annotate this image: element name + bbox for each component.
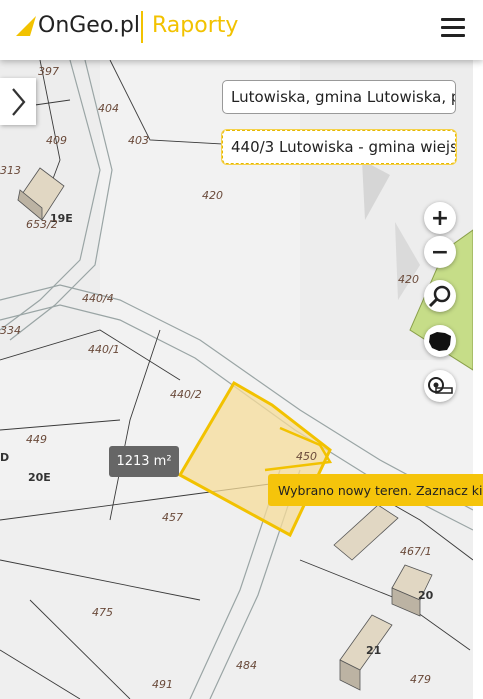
parcel-label: 467/1	[400, 545, 432, 558]
search-map-button[interactable]	[424, 280, 456, 312]
parcel-label: D	[0, 451, 9, 464]
parcel-search-input[interactable]: 440/3 Lutowiska - gmina wiejsk	[222, 130, 456, 164]
zoom-out-button[interactable]: −	[424, 236, 456, 268]
measure-button[interactable]	[424, 370, 456, 402]
right-edge	[473, 60, 483, 699]
parcel-label: 409	[46, 134, 67, 147]
parcel-label: 20E	[28, 471, 51, 484]
zoom-out-icon: −	[430, 239, 450, 265]
poland-map-button[interactable]	[424, 325, 456, 357]
search-magnifier-icon	[428, 285, 451, 308]
parcel-label: 440/1	[88, 343, 120, 356]
panel-toggle-button[interactable]	[0, 78, 36, 125]
chevron-right-icon	[12, 87, 26, 116]
parcel-label: 450	[296, 450, 317, 463]
selection-toast: Wybrano nowy teren. Zaznacz kilka	[268, 474, 483, 506]
logo-icon	[16, 16, 36, 36]
parcel-label: 475	[92, 606, 113, 619]
logo-text[interactable]: OnGeo.pl	[38, 13, 140, 38]
parcel-label: 653/2	[26, 218, 58, 231]
app-header: OnGeo.pl Raporty	[0, 0, 483, 60]
logo-separator	[141, 11, 143, 43]
parcel-label: 313	[0, 164, 21, 177]
poland-map-icon	[429, 332, 451, 351]
parcel-label: 403	[128, 134, 149, 147]
zoom-in-icon: +	[430, 205, 450, 231]
area-badge: 1213 m²	[109, 446, 179, 477]
parcel-label: 491	[152, 678, 173, 691]
parcel-label: 484	[236, 659, 257, 672]
parcel-label: 440/4	[82, 292, 114, 305]
parcel-label: 449	[26, 433, 47, 446]
location-search-input[interactable]: Lutowiska, gmina Lutowiska, po	[222, 80, 456, 114]
hamburger-icon[interactable]	[441, 16, 467, 40]
parcel-label: 21	[366, 644, 381, 657]
logo-subtitle[interactable]: Raporty	[152, 13, 238, 38]
zoom-in-button[interactable]: +	[424, 202, 456, 234]
measure-tape-icon	[428, 377, 453, 394]
parcel-label: 420	[202, 189, 223, 202]
parcel-label: 20	[418, 589, 434, 602]
parcel-label: 334	[0, 324, 21, 337]
parcel-label: 440/2	[170, 388, 202, 401]
parcel-label: 397	[38, 65, 59, 78]
parcel-label: 420	[398, 273, 419, 286]
parcel-label: 404	[98, 102, 119, 115]
parcel-label: 457	[162, 511, 183, 524]
parcel-label: 479	[410, 673, 431, 686]
